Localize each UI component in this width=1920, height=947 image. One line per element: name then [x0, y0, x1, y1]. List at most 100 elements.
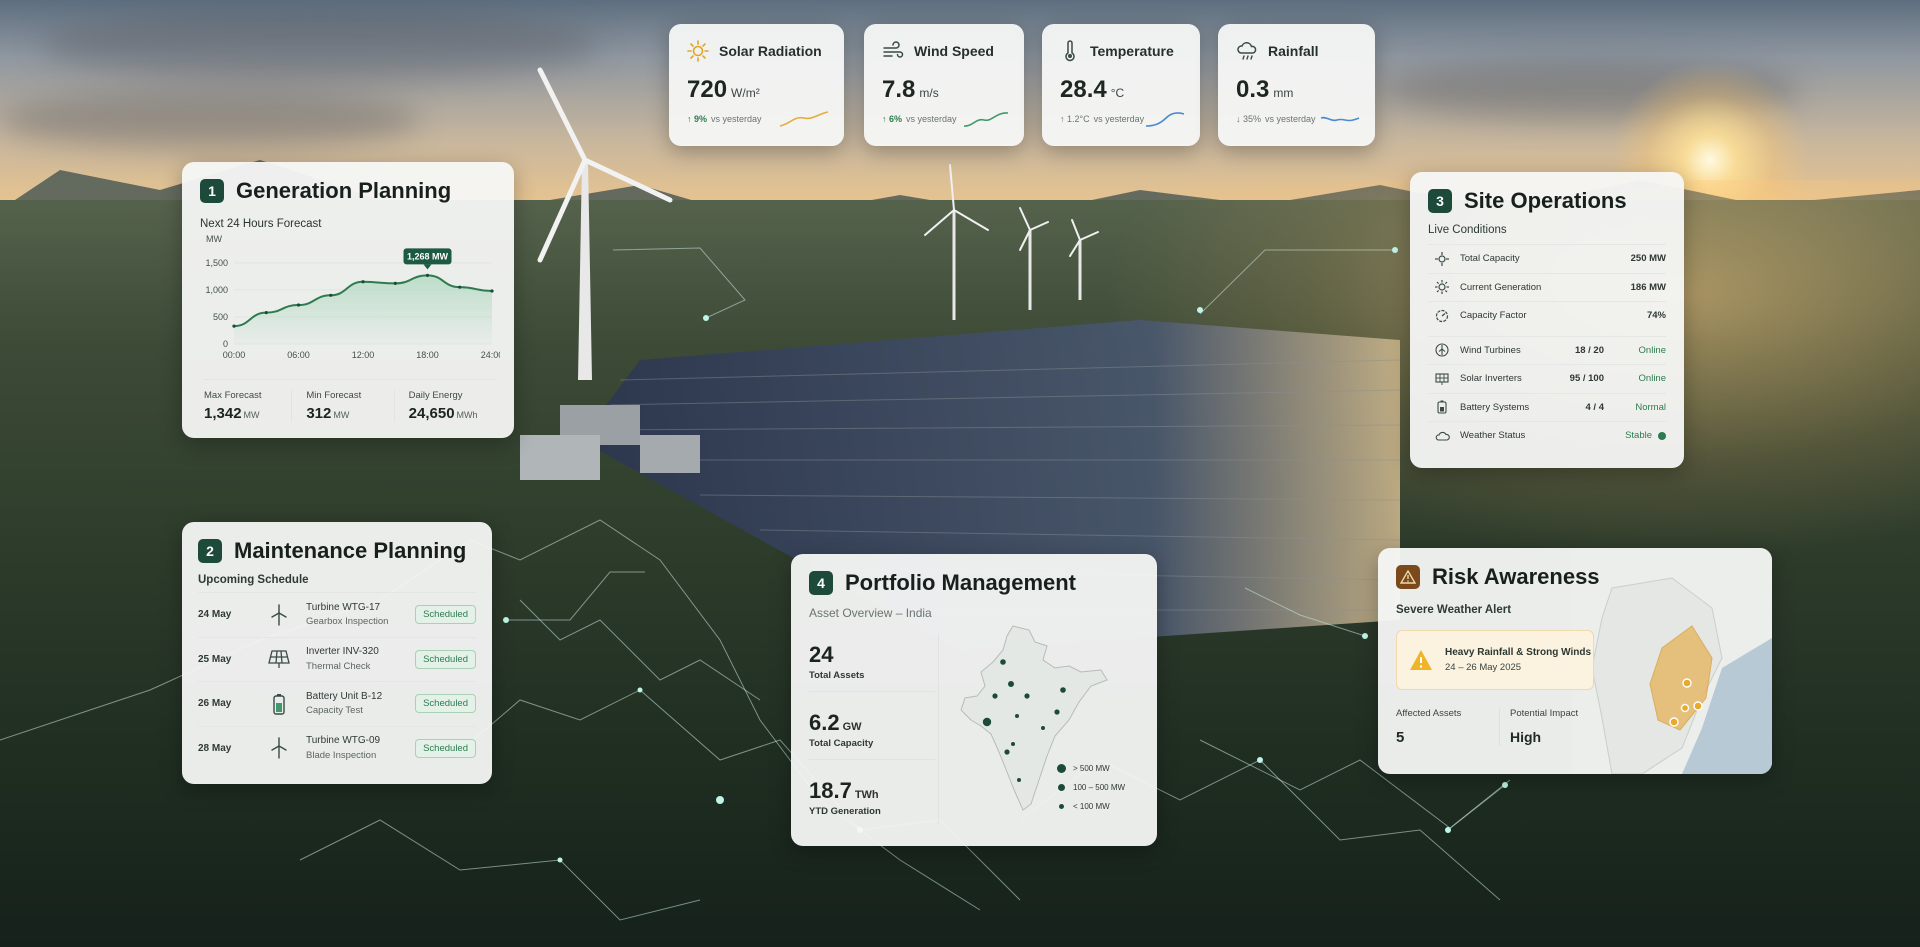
list-item[interactable]: 28 May Turbine WTG-09 Blade Inspection Sc…	[198, 725, 476, 771]
card-subtitle: Asset Overview – India	[809, 606, 932, 620]
legend-dot	[1058, 784, 1065, 791]
item-task: Thermal Check	[306, 660, 371, 672]
x-tick-label: 18:00	[416, 350, 439, 360]
item-asset: Turbine WTG-09	[306, 735, 381, 747]
system-count: 95 / 100	[1569, 373, 1604, 385]
x-tick-label: 12:00	[352, 350, 375, 360]
system-count: 18 / 20	[1574, 344, 1604, 356]
card-subtitle: Live Conditions	[1428, 224, 1507, 236]
item-date: 24 May	[198, 609, 232, 621]
list-item[interactable]: 26 May Battery Unit B-12 Capacity Test Sc…	[198, 681, 476, 726]
stat-label: Potential Impact	[1510, 708, 1579, 719]
forecast-point	[296, 303, 301, 307]
thermometer-icon	[1065, 40, 1075, 62]
gauge-icon	[1435, 309, 1449, 322]
y-tick-label: 1,000	[205, 285, 228, 295]
inverter-icon	[1435, 373, 1449, 385]
weather-alert-box[interactable]: Heavy Rainfall & Strong Winds 24 – 26 Ma…	[1396, 630, 1594, 690]
maintenance-list: 24 May Turbine WTG-17 Gearbox Inspection …	[198, 592, 476, 770]
stat-label: Total Capacity	[809, 738, 874, 749]
status-badge: Scheduled	[415, 738, 476, 758]
warning-icon	[1400, 570, 1416, 584]
weather-card-temperature: Temperature 28.4 °C ↑ 1.2°C vs yesterday	[1042, 24, 1200, 146]
turbine-circle-icon	[1435, 343, 1449, 357]
weather-unit: m/s	[919, 86, 939, 100]
stat-daily-energy: Daily Energy 24,650 MWh	[395, 390, 496, 422]
item-date: 28 May	[198, 742, 232, 754]
y-tick-label: 1,500	[205, 258, 228, 268]
weather-value: 28.4	[1060, 76, 1107, 103]
stat-value: 1,342	[204, 405, 242, 422]
legend-dot	[1059, 804, 1064, 809]
stat-label: Daily Energy	[408, 390, 463, 401]
site-operations-card: 3 Site Operations Live Conditions Total …	[1410, 172, 1684, 468]
stat-unit: TWh	[854, 789, 879, 801]
system-row-wind-turbines: Wind Turbines 18 / 20 Online	[1428, 335, 1666, 365]
stat-label: Max Forecast	[204, 390, 262, 401]
warning-triangle-icon	[1410, 650, 1432, 670]
wind-icon	[883, 41, 904, 58]
status-badge: Scheduled	[415, 605, 476, 625]
x-tick-label: 06:00	[287, 350, 310, 360]
weather-trend: ↑ 6%	[882, 114, 903, 124]
weather-value: 0.3	[1236, 76, 1270, 103]
item-task: Gearbox Inspection	[306, 616, 389, 628]
weather-unit: mm	[1273, 86, 1294, 100]
card-title: Risk Awareness	[1432, 564, 1600, 589]
portfolio-stats: 24 Total Assets 6.2 GW Total Capacity 18.…	[809, 624, 935, 828]
sparkline	[1320, 116, 1360, 122]
stat-total-assets: 24 Total Assets	[809, 624, 935, 692]
stat-value: 24,650	[408, 405, 455, 422]
list-item[interactable]: 24 May Turbine WTG-17 Gearbox Inspection …	[198, 592, 476, 637]
battery-icon	[273, 693, 285, 715]
forecast-chart: MW 0 500 1,000 1,500 00:00 06:00 12:00 18:00 24:0…	[205, 234, 500, 360]
metric-value: 74%	[1646, 310, 1666, 322]
sparkline	[1145, 112, 1185, 127]
weather-trend: ↓ 35%	[1236, 114, 1262, 124]
wind-turbine-large	[537, 67, 673, 380]
card-title: Portfolio Management	[845, 570, 1077, 595]
weather-trend-label: vs yesterday	[1093, 114, 1145, 124]
risk-stats: Affected Assets 5 Potential Impact High	[1396, 708, 1578, 746]
legend-label: 100 – 500 MW	[1073, 783, 1126, 792]
wind-turbine-icon	[271, 604, 287, 626]
card-title: Maintenance Planning	[234, 538, 467, 563]
stat-potential-impact: Potential Impact High	[1500, 708, 1578, 746]
sparkline	[963, 112, 1009, 127]
list-item[interactable]: 25 May Inverter INV-320 Thermal Check Sch…	[198, 636, 476, 682]
item-task: Capacity Test	[306, 705, 363, 717]
weather-status-value: Stable	[1625, 430, 1652, 442]
weather-title: Solar Radiation	[719, 43, 822, 59]
map-legend: > 500 MW 100 – 500 MW < 100 MW	[1057, 759, 1143, 816]
system-label: Solar Inverters	[1460, 373, 1522, 385]
metric-value: 186 MW	[1630, 281, 1666, 293]
item-asset: Turbine WTG-17	[306, 601, 381, 613]
section-number: 3	[1428, 189, 1452, 213]
stat-unit: MW	[243, 410, 260, 420]
legend-item: > 500 MW	[1057, 759, 1143, 778]
weather-value: 720	[687, 76, 728, 103]
status-badge: Normal	[1635, 401, 1666, 413]
forecast-point	[361, 280, 365, 284]
wind-turbine-icon	[271, 737, 287, 759]
control-buildings	[520, 405, 700, 480]
weather-card-wind-speed: Wind Speed 7.8 m/s ↑ 6% vs yesterday	[864, 24, 1024, 146]
stat-value: 18.7	[809, 778, 852, 803]
metric-label: Capacity Factor	[1460, 310, 1527, 322]
section-number: 4	[809, 571, 833, 595]
stat-label: Total Assets	[809, 670, 865, 681]
forecast-point	[490, 289, 494, 293]
metric-label: Total Capacity	[1460, 253, 1520, 265]
weather-trend: ↑ 1.2°C	[1060, 114, 1090, 124]
stat-value: 5	[1396, 729, 1405, 746]
stat-value: 24	[809, 642, 834, 667]
weather-unit: °C	[1110, 86, 1125, 100]
stat-affected-assets: Affected Assets 5	[1396, 708, 1500, 746]
weather-unit: W/m²	[731, 86, 760, 100]
weather-title: Wind Speed	[914, 43, 994, 59]
card-subtitle: Next 24 Hours Forecast	[200, 218, 322, 230]
section-number: 2	[198, 539, 222, 563]
metric-value: 250 MW	[1630, 253, 1666, 265]
sparkline	[779, 111, 829, 127]
rain-cloud-icon	[1237, 42, 1257, 60]
